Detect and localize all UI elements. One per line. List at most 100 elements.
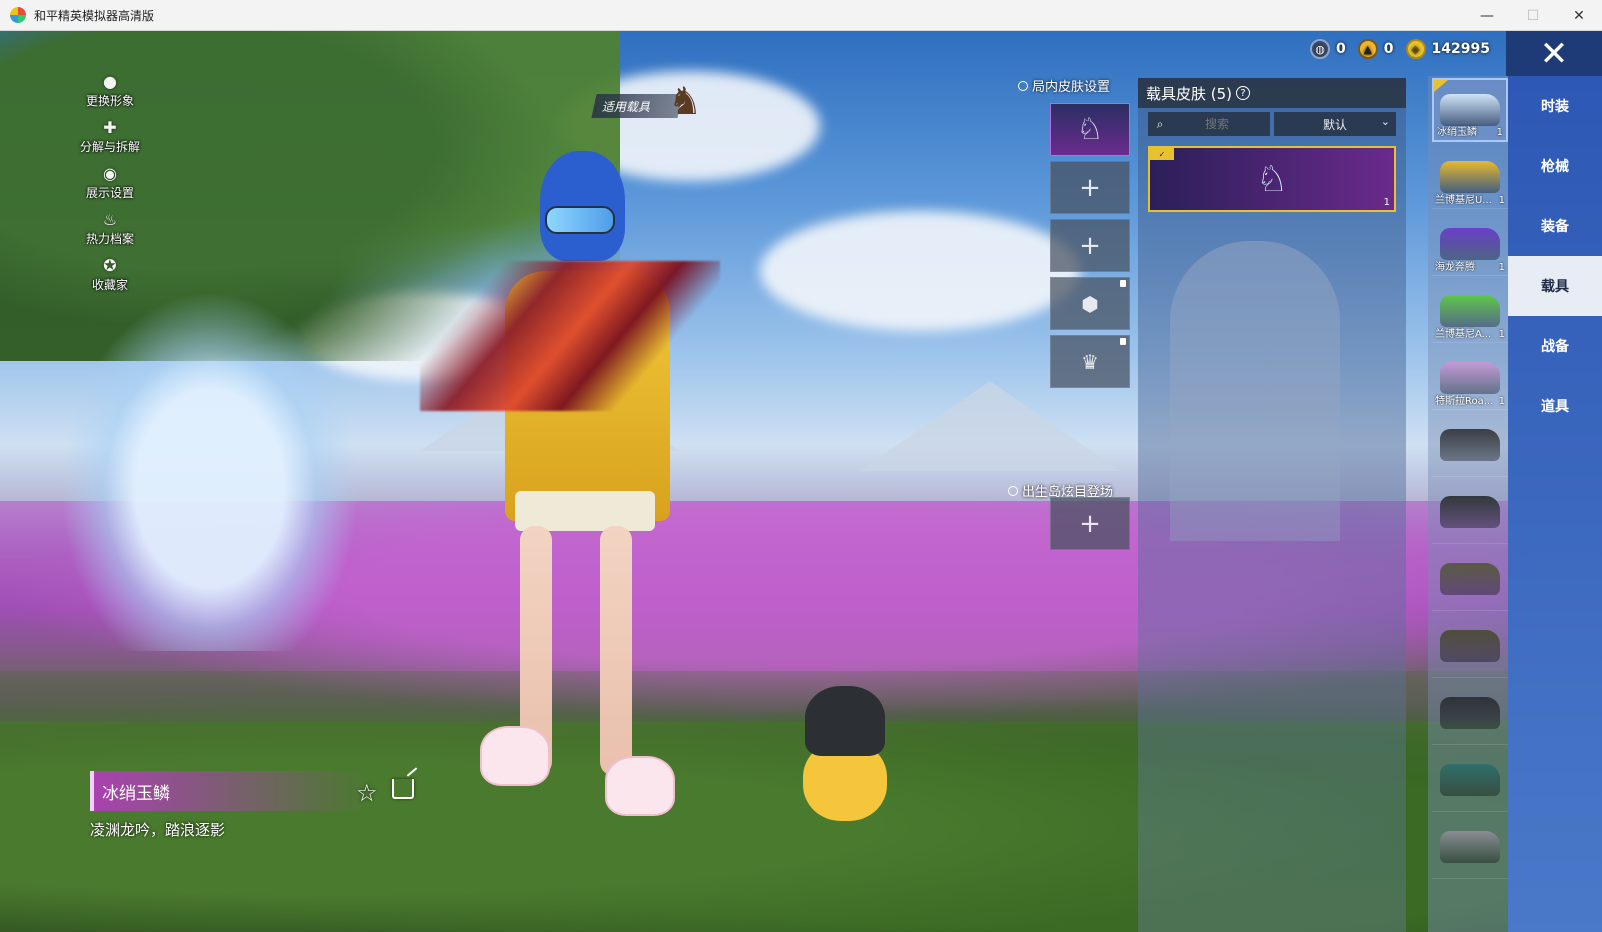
vehicle-name: 兰博基尼U... <box>1435 195 1492 206</box>
side-item-label: 更换形象 <box>85 94 134 108</box>
in-match-skin-settings-label[interactable]: 局内皮肤设置 <box>1018 76 1110 95</box>
side-item-label: 热力档案 <box>85 232 134 246</box>
tab-items[interactable]: 道具 <box>1508 376 1602 436</box>
vehicle-count: 1 <box>1498 195 1505 206</box>
vehicle-name: 兰博基尼A... <box>1435 329 1492 340</box>
vehicle-list-item[interactable] <box>1432 748 1508 812</box>
tab-weapons[interactable]: 枪械 <box>1508 136 1602 196</box>
vehicle-name: 特斯拉Roa... <box>1435 396 1494 407</box>
puzzle-icon: ✚ <box>103 117 117 137</box>
vehicle-list-item[interactable] <box>1432 681 1508 745</box>
tab-vehicles[interactable]: 载具 <box>1508 256 1602 316</box>
vehicle-name: 冰绡玉鳞 <box>1437 127 1477 138</box>
vehicle-list-item[interactable]: 冰绡玉鳞 1 <box>1432 78 1508 142</box>
vehicle-thumbnail <box>1440 696 1500 729</box>
mountain <box>860 381 1120 471</box>
vehicle-thumbnail <box>1440 361 1500 394</box>
skin-slot-1[interactable]: ♘ <box>1050 103 1130 156</box>
cloud <box>760 211 1080 331</box>
side-item-collector[interactable]: ✪ 收藏家 <box>60 255 160 301</box>
vehicle-skin-panel: 载具皮肤 (5) ? ⌕ 默认 ⌄ ✓ ♘ 1 <box>1138 78 1406 932</box>
globe-coin-icon: ◍ <box>1310 39 1330 59</box>
chick-helmet <box>805 686 885 756</box>
skin-slot-2[interactable]: + <box>1050 161 1130 214</box>
side-item-label: 分解与拆解 <box>79 140 140 154</box>
selected-skin-name: 冰绡玉鳞 <box>102 783 170 804</box>
lock-icon <box>1120 338 1126 345</box>
side-item-decompose[interactable]: ✚ 分解与拆解 <box>60 117 160 163</box>
side-menu: ● 更换形象 ✚ 分解与拆解 ◉ 展示设置 ♨ 热力档案 ✪ 收藏家 <box>60 71 160 301</box>
apply-vehicle-label: 适用载具 <box>602 99 651 114</box>
currency-globe[interactable]: ◍ 0 <box>1310 39 1346 59</box>
character-skirt <box>515 491 655 531</box>
side-item-display-settings[interactable]: ◉ 展示设置 <box>60 163 160 209</box>
collector-badge-icon: ✪ <box>103 255 117 275</box>
maximize-button[interactable]: ☐ <box>1510 0 1556 31</box>
settings-circle-icon <box>1008 485 1018 496</box>
window-title-bar: 和平精英模拟器高清版 — ☐ ✕ <box>0 0 1602 31</box>
plus-icon: + <box>1079 172 1101 203</box>
sort-dropdown[interactable]: 默认 ⌄ <box>1274 112 1396 136</box>
crown-icon: ♛ <box>1081 349 1099 374</box>
vehicle-thumbnail <box>1440 94 1500 126</box>
vehicle-thumbnail <box>1440 294 1500 327</box>
skin-slot-locked-emblem[interactable]: ⬢ <box>1050 277 1130 330</box>
person-icon: ● <box>103 71 117 91</box>
minimize-button[interactable]: — <box>1464 0 1510 31</box>
player-character[interactable] <box>480 151 685 831</box>
help-icon[interactable]: ? <box>1236 86 1251 100</box>
category-tabs: 时装 枪械 装备 载具 战备 道具 <box>1508 76 1602 932</box>
vehicle-skin-card-selected[interactable]: ✓ ♘ 1 <box>1148 146 1396 212</box>
currency-bar: ◍ 0 ▲ 0 ◈ 142995 <box>1310 39 1490 59</box>
vehicle-list-item[interactable]: 兰博基尼U... 1 <box>1432 145 1508 209</box>
currency-value: 142995 <box>1431 41 1490 57</box>
vehicle-list-item[interactable] <box>1432 614 1508 678</box>
side-item-change-appearance[interactable]: ● 更换形象 <box>60 71 160 117</box>
skin-card-count: 1 <box>1383 197 1390 208</box>
skin-slot-3[interactable]: + <box>1050 219 1130 272</box>
vehicle-list-item[interactable]: 特斯拉Roa... 1 <box>1432 346 1508 410</box>
share-icon[interactable] <box>392 779 414 799</box>
tab-fashion[interactable]: 时装 <box>1508 76 1602 136</box>
side-item-label: 收藏家 <box>91 278 128 292</box>
vehicle-count: 1 <box>1496 127 1503 138</box>
game-viewport: ● 更换形象 ✚ 分解与拆解 ◉ 展示设置 ♨ 热力档案 ✪ 收藏家 适用载具 … <box>0 31 1602 932</box>
side-item-label: 展示设置 <box>85 186 134 200</box>
vehicle-count: 1 <box>1498 396 1505 407</box>
app-logo-icon <box>10 7 26 23</box>
spawn-entrance-slot[interactable]: + <box>1050 497 1130 550</box>
vehicle-list-item[interactable] <box>1432 815 1508 879</box>
skin-slot-locked-crown[interactable]: ♛ <box>1050 335 1130 388</box>
vehicle-preview-spirit-deer[interactable] <box>60 291 360 651</box>
currency-token[interactable]: ◈ 142995 <box>1405 39 1490 59</box>
equipped-badge: ✓ <box>1150 148 1174 160</box>
search-input[interactable] <box>1172 117 1262 131</box>
vehicle-list-item[interactable]: 兰博基尼A... 1 <box>1432 279 1508 343</box>
close-icon: ✕ <box>1539 33 1569 74</box>
close-panel-button[interactable]: ✕ <box>1506 31 1602 76</box>
horse-icon: ♞ <box>668 79 703 123</box>
vehicle-list-item[interactable] <box>1432 547 1508 611</box>
star-favorite-icon[interactable]: ☆ <box>356 779 378 807</box>
vehicle-thumbnail <box>1440 562 1500 595</box>
skin-settings-text: 局内皮肤设置 <box>1032 80 1111 95</box>
gold-coin-icon: ▲ <box>1357 39 1378 59</box>
vehicle-name: 海龙奔腾 <box>1435 262 1475 273</box>
vehicle-thumbnail <box>1440 763 1500 796</box>
pet-chick[interactable] <box>795 651 895 826</box>
vehicle-thumbnail <box>1440 428 1500 461</box>
vehicle-skin-header: 载具皮肤 (5) ? <box>1138 78 1406 108</box>
vehicle-list-item[interactable] <box>1432 413 1508 477</box>
currency-value: 0 <box>1383 41 1394 57</box>
character-goggles <box>545 206 615 234</box>
search-box[interactable]: ⌕ <box>1148 112 1270 136</box>
tab-equipment[interactable]: 装备 <box>1508 196 1602 256</box>
currency-gold[interactable]: ▲ 0 <box>1357 39 1394 59</box>
window-close-button[interactable]: ✕ <box>1556 0 1602 31</box>
side-item-heat-profile[interactable]: ♨ 热力档案 <box>60 209 160 255</box>
tab-battle-gear[interactable]: 战备 <box>1508 316 1602 376</box>
vehicle-list-item[interactable] <box>1432 480 1508 544</box>
settings-circle-icon <box>1018 80 1028 91</box>
plus-icon: + <box>1079 230 1101 261</box>
vehicle-list-item[interactable]: 海龙奔腾 1 <box>1432 212 1508 276</box>
